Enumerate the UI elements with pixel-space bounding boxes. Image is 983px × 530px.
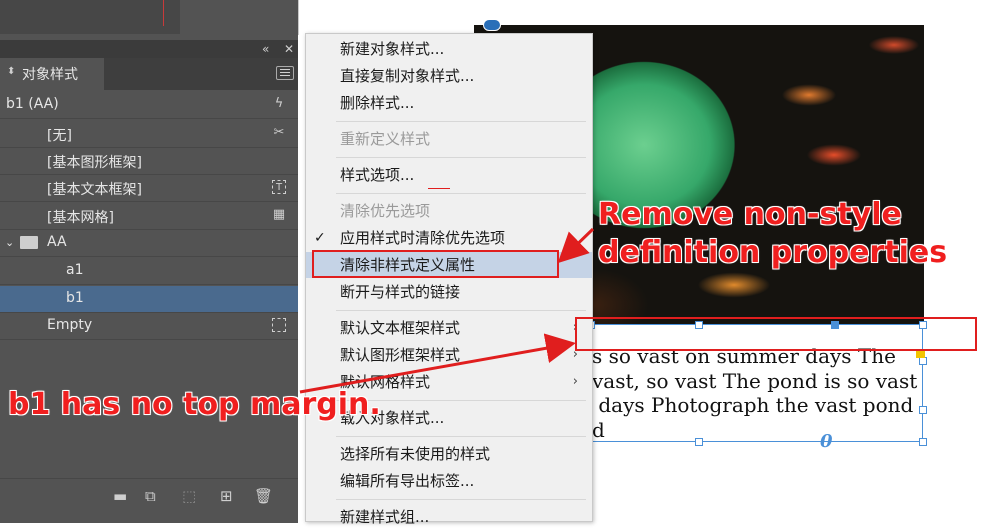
- annotation-remove-label: Remove non-style definition properties: [597, 196, 948, 272]
- annotation-line: Remove non-style: [597, 197, 902, 233]
- arrow-to-top-margin: [299, 333, 576, 394]
- arrow-to-menu-item: [557, 227, 595, 264]
- annotation-line: definition properties: [597, 235, 948, 271]
- annotation-b1-note: b1 has no top margin.: [8, 387, 382, 423]
